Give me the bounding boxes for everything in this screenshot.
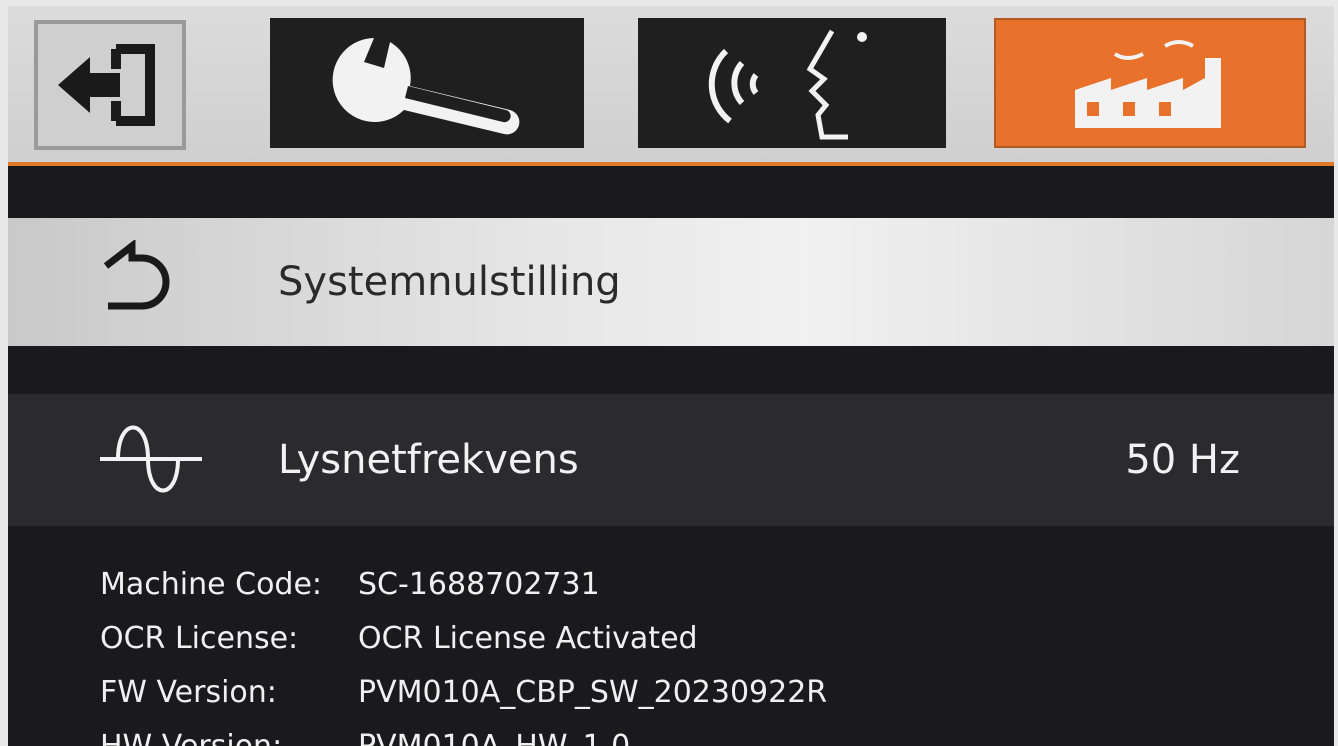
info-key: HW Version: bbox=[100, 720, 350, 746]
info-key: Machine Code: bbox=[100, 567, 323, 602]
device-screen: Systemnulstilling Lysnetfrekvens 50 Hz M… bbox=[8, 6, 1334, 746]
settings-panel: Systemnulstilling Lysnetfrekvens 50 Hz M… bbox=[8, 166, 1334, 746]
factory-icon bbox=[1075, 40, 1221, 128]
info-key: OCR License: bbox=[100, 621, 299, 656]
info-value: OCR License Activated bbox=[358, 621, 698, 656]
system-reset-row[interactable]: Systemnulstilling bbox=[8, 218, 1334, 346]
sine-wave-icon bbox=[96, 413, 206, 507]
info-value: SC-1688702731 bbox=[358, 567, 600, 602]
tab-exit[interactable] bbox=[34, 20, 186, 150]
exit-icon bbox=[58, 44, 155, 126]
wrench-icon bbox=[332, 38, 520, 135]
info-value: PVM010A_HW_1.0 bbox=[358, 720, 630, 746]
tab-settings-tools[interactable] bbox=[270, 18, 584, 148]
system-reset-label: Systemnulstilling bbox=[278, 259, 621, 305]
voice-icon bbox=[708, 29, 867, 140]
undo-arrow-icon bbox=[96, 238, 176, 324]
mains-frequency-label: Lysnetfrekvens bbox=[278, 437, 579, 483]
mains-frequency-row[interactable]: Lysnetfrekvens 50 Hz bbox=[8, 394, 1334, 526]
mains-frequency-value: 50 Hz bbox=[1125, 437, 1240, 483]
tab-factory[interactable] bbox=[994, 18, 1306, 148]
info-value: PVM010A_CBP_SW_20230922R bbox=[358, 675, 828, 710]
info-key: FW Version: bbox=[100, 675, 277, 710]
tab-voice[interactable] bbox=[638, 18, 946, 148]
top-toolbar bbox=[8, 6, 1334, 166]
